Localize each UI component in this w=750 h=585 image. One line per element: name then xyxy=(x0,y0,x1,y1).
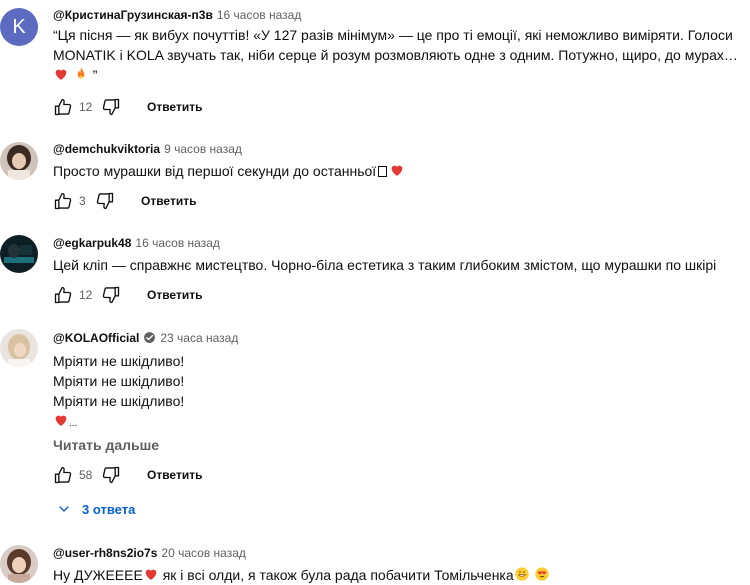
view-replies-button[interactable]: 3 ответа xyxy=(56,498,135,520)
read-more-link[interactable]: Читать дальше xyxy=(53,437,159,453)
heart-emoji xyxy=(143,566,159,582)
heart-emoji xyxy=(389,162,405,178)
avatar-photo xyxy=(0,142,38,180)
thumbs-up-icon[interactable] xyxy=(53,285,73,305)
thumbs-down-icon[interactable] xyxy=(101,285,121,305)
thumbs-down-icon[interactable] xyxy=(95,191,115,211)
comment-header: @egkarpuk48 16 часов назад xyxy=(53,235,220,251)
comment-text: Просто мурашки від першої секунди до ост… xyxy=(53,161,743,181)
comment-header: @KOLAOfficial 23 часа назад xyxy=(53,330,238,346)
reply-button[interactable]: Ответить xyxy=(147,100,202,114)
comment-time[interactable]: 16 часов назад xyxy=(135,236,219,250)
avatar-photo xyxy=(0,545,38,583)
comment-line: як і всі олди, я також була рада побачит… xyxy=(158,567,514,583)
comment-time[interactable]: 9 часов назад xyxy=(164,142,242,156)
comment-time[interactable]: 23 часа назад xyxy=(160,331,238,345)
like-count: 12 xyxy=(79,100,93,114)
comment-line: Мріяти не шкідливо! xyxy=(53,393,185,409)
comment-time[interactable]: 16 часов назад xyxy=(217,8,301,22)
avatar[interactable] xyxy=(0,142,38,180)
thumbs-up-icon[interactable] xyxy=(53,465,73,485)
comment-line-tail: ” xyxy=(88,67,98,83)
comment-time[interactable]: 20 часов назад xyxy=(161,546,245,560)
avatar-photo xyxy=(0,235,38,273)
chevron-down-icon xyxy=(56,501,72,517)
reply-button[interactable]: Ответить xyxy=(147,468,202,482)
avatar[interactable] xyxy=(0,545,38,583)
comment-text: Ну ДУЖЕЕЕЕ як і всі олди, я також була р… xyxy=(53,565,743,585)
comment-line: ” xyxy=(53,65,743,85)
comment-actions: 12 Ответить xyxy=(53,283,202,307)
comment-header: @demchukviktoria 9 часов назад xyxy=(53,141,242,157)
comment-author[interactable]: @demchukviktoria xyxy=(53,142,160,156)
comment-line: Цей кліп — справжнє мистецтво. Чорно-біл… xyxy=(53,257,717,273)
heart-emoji xyxy=(53,66,69,82)
comment-line: “Ця пісня — як вибух почуттів! «У 127 ра… xyxy=(53,27,733,43)
like-count: 58 xyxy=(79,468,93,482)
comment-line: Просто мурашки від першої секунди до ост… xyxy=(53,163,377,179)
comment-line: ... xyxy=(53,411,743,434)
avatar[interactable]: K xyxy=(0,8,38,46)
verified-badge-icon xyxy=(144,332,156,343)
comment-actions: 58 Ответить xyxy=(53,463,202,487)
comment-actions: 3 Ответить xyxy=(53,189,196,213)
comment-header: @КристинаГрузинская-п3в 16 часов назад xyxy=(53,7,301,23)
comment-line: Ну ДУЖЕЕЕЕ xyxy=(53,567,143,583)
thumbs-down-icon[interactable] xyxy=(101,97,121,117)
missing-glyph-box xyxy=(378,166,388,177)
like-count: 12 xyxy=(79,288,93,302)
thumbs-up-icon[interactable] xyxy=(53,97,73,117)
comment-author[interactable]: @KOLAOfficial xyxy=(53,331,139,345)
reply-button[interactable]: Ответить xyxy=(141,194,196,208)
avatar[interactable] xyxy=(0,235,38,273)
replies-count-label: 3 ответа xyxy=(82,501,136,517)
avatar[interactable] xyxy=(0,329,38,367)
comment-line: Мріяти не шкідливо! xyxy=(53,353,185,369)
fire-emoji xyxy=(73,66,89,82)
comment-line: Мріяти не шкідливо! xyxy=(53,373,185,389)
comment-author[interactable]: @КристинаГрузинская-п3в xyxy=(53,8,213,22)
avatar-letter: K xyxy=(12,15,26,38)
like-count: 3 xyxy=(79,194,86,208)
comment-line-tail: ... xyxy=(69,418,78,429)
comment-text: Цей кліп — справжнє мистецтво. Чорно-біл… xyxy=(53,255,743,275)
grinning-emoji xyxy=(514,567,529,581)
thumbs-down-icon[interactable] xyxy=(101,465,121,485)
avatar-photo xyxy=(0,329,38,367)
reply-button[interactable]: Ответить xyxy=(147,288,202,302)
comment-line: MONATIK і KOLA звучать так, ніби серце й… xyxy=(53,47,738,63)
heart-emoji xyxy=(53,412,69,428)
comment-text: Мріяти не шкідливо! Мріяти не шкідливо! … xyxy=(53,351,743,434)
comment-author[interactable]: @user-rh8ns2io7s xyxy=(53,546,157,560)
heart-eyes-emoji xyxy=(534,567,549,581)
thumbs-up-icon[interactable] xyxy=(53,191,73,211)
comment-actions: 12 Ответить xyxy=(53,95,202,119)
comment-header: @user-rh8ns2io7s 20 часов назад xyxy=(53,545,246,561)
comment-author[interactable]: @egkarpuk48 xyxy=(53,236,131,250)
comment-text: “Ця пісня — як вибух почуттів! «У 127 ра… xyxy=(53,25,743,85)
